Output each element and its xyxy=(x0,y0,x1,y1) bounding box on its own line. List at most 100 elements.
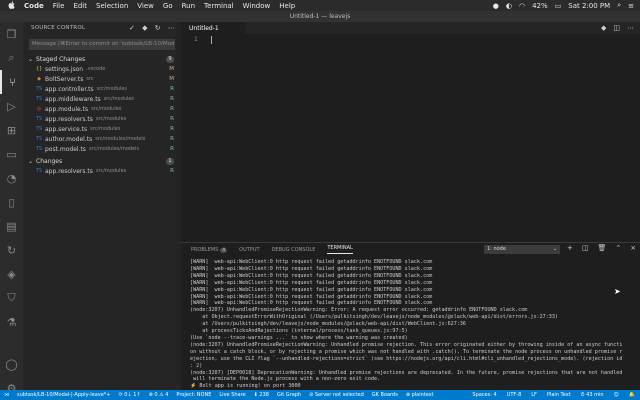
status-app-icon[interactable]: ● xyxy=(493,2,499,10)
remote-icon[interactable]: ⋊ xyxy=(4,392,9,398)
wifi-icon[interactable]: ◠ xyxy=(519,2,525,10)
file-name: settings.json xyxy=(45,65,84,73)
file-item[interactable]: ◆ BoltServer.ts src M xyxy=(23,74,181,84)
tab-untitled-1[interactable]: Untitled-1 xyxy=(181,22,245,34)
encoding-status[interactable]: UTF-8 xyxy=(507,392,522,398)
new-terminal-icon[interactable]: + xyxy=(567,244,573,252)
more-actions-icon[interactable]: ⋯ xyxy=(627,24,634,32)
battery-percent[interactable]: 42% xyxy=(532,2,548,10)
trash-icon[interactable]: 🗑 xyxy=(598,244,607,252)
eol-status[interactable]: LF xyxy=(531,392,537,398)
chevron-up-icon[interactable]: ⌃ xyxy=(615,244,621,252)
database-icon[interactable]: ◈ xyxy=(0,262,23,286)
file-item[interactable]: TS app.service.ts src/modules R xyxy=(23,124,181,134)
terminal-output[interactable]: [WARN] web-api:WebClient:0 http request … xyxy=(190,259,635,397)
terminal-select-value: 1: node xyxy=(487,246,506,252)
commit-check-icon[interactable]: ✓ xyxy=(129,24,135,32)
editor-tabs: Untitled-1 ◆ ◫ ⋯ xyxy=(181,22,640,34)
menu-file[interactable]: File xyxy=(53,2,65,10)
menu-selection[interactable]: Selection xyxy=(96,2,128,10)
menu-edit[interactable]: Edit xyxy=(73,2,87,10)
problems-status[interactable]: ⊗ 0 ⚠ 4 xyxy=(149,392,169,398)
file-type-icon: TS xyxy=(36,86,43,92)
clock[interactable]: Sat 2:00 PM xyxy=(568,2,610,10)
tab-terminal[interactable]: TERMINAL xyxy=(327,245,353,254)
file-type-icon: ◆ xyxy=(37,76,41,82)
file-item[interactable]: {} settings.json .vscode M xyxy=(23,64,181,74)
split-terminal-icon[interactable]: ◫ xyxy=(582,244,589,252)
project-status[interactable]: Project: NONE xyxy=(176,392,211,398)
spaces-status[interactable]: Spaces: 4 xyxy=(472,392,496,398)
control-center-icon[interactable]: ≡ xyxy=(628,2,634,10)
bell-icon[interactable]: 🔔 xyxy=(629,392,635,398)
more-actions-icon[interactable]: ⋯ xyxy=(168,24,175,32)
editor-area: Untitled-1 ◆ ◫ ⋯ 1 xyxy=(181,22,640,242)
file-item[interactable]: ◎ app.module.ts src/modules R xyxy=(23,104,181,114)
menu-terminal[interactable]: Terminal xyxy=(204,2,234,10)
tab-debug-console[interactable]: DEBUG CONSOLE xyxy=(272,247,316,253)
file-item[interactable]: TS app.resolvers.ts src/modules R xyxy=(23,114,181,124)
tab-problems[interactable]: PROBLEMS 4 xyxy=(191,247,228,253)
split-editor-icon[interactable]: ◫ xyxy=(613,24,620,32)
battery-icon[interactable]: ▭ xyxy=(555,2,562,10)
file-name: BoltServer.ts xyxy=(45,75,84,83)
menu-view[interactable]: View xyxy=(137,2,154,10)
file-status: R xyxy=(170,146,174,152)
git-history-icon[interactable]: ◔ xyxy=(0,166,23,190)
gitgraph-status[interactable]: Git Graph xyxy=(277,392,301,398)
source-control-icon[interactable]: ⑂ xyxy=(0,70,23,94)
menu-window[interactable]: Window xyxy=(243,2,271,10)
file-item[interactable]: TS app.controller.ts src/modules R xyxy=(23,84,181,94)
terminal-line: [WARN] web-api:WebClient:0 http request … xyxy=(190,300,433,307)
panel-actions: + ◫ 🗑 ⌃ × xyxy=(567,244,636,252)
changes-label: Changes xyxy=(36,157,63,165)
gk-boards-status[interactable]: GK Boards xyxy=(372,392,398,398)
file-item[interactable]: TS app.middleware.ts src/modules R xyxy=(23,94,181,104)
file-dir: src/modules xyxy=(90,126,121,132)
time-status[interactable]: ⏱ 43 min xyxy=(581,392,604,398)
file-item[interactable]: TS author.model.ts src/modules/models R xyxy=(23,134,181,144)
lines-status[interactable]: ⬇ 238 xyxy=(254,392,269,398)
terminal-select[interactable]: 1: node ⌄ xyxy=(484,245,560,254)
changes-header[interactable]: ⌄ Changes 1 xyxy=(23,156,181,166)
plaintext-status[interactable]: ⊕ plaintext xyxy=(406,392,434,398)
activity-bar: ❐ ⌕ ⑂ ▷ ⊞ ▭ ◔ ▯ ▤ ↻ ◈ ⛉ ⚗ ◯ ⚙ xyxy=(0,22,23,395)
explorer-icon[interactable]: ❐ xyxy=(0,22,23,46)
file-item[interactable]: TS post.model.ts src/modules/models R xyxy=(23,144,181,154)
bookmark-icon[interactable]: ▯ xyxy=(0,190,23,214)
search-icon[interactable]: ⌕ xyxy=(0,46,23,70)
staged-changes-header[interactable]: ⌄ Staged Changes 9 xyxy=(23,54,181,64)
sync-status[interactable]: ⟳ 0↓ 1↑ xyxy=(119,392,141,398)
language-status[interactable]: Plain Text xyxy=(547,392,571,398)
file-dir: src/modules xyxy=(95,116,127,122)
apple-icon[interactable] xyxy=(8,0,15,11)
extensions-icon[interactable]: ⊞ xyxy=(0,118,23,142)
refresh-icon[interactable]: ↻ xyxy=(155,24,161,32)
account-icon[interactable]: ◯ xyxy=(0,352,23,376)
docker-icon[interactable]: ▤ xyxy=(0,214,23,238)
search-icon[interactable]: ⌕ xyxy=(617,1,621,10)
text-cursor[interactable] xyxy=(211,36,212,44)
menu-run[interactable]: Run xyxy=(182,2,195,10)
menu-go[interactable]: Go xyxy=(163,2,173,10)
run-debug-icon[interactable]: ▷ xyxy=(0,94,23,118)
close-icon[interactable]: × xyxy=(630,244,636,252)
branch-status[interactable]: subtask/LB-10/Modal-|-Apply-leave*+ xyxy=(17,392,111,398)
tab-output[interactable]: OUTPUT xyxy=(239,247,259,253)
file-item[interactable]: TS app.resolvers.ts src/modules R xyxy=(23,166,181,176)
remote-explorer-icon[interactable]: ▭ xyxy=(0,142,23,166)
commit-message-input[interactable]: Message (⌘Enter to commit on 'subtask/LB… xyxy=(29,39,175,50)
liveshare-status[interactable]: Live Share xyxy=(219,392,245,398)
git-graph-icon[interactable]: ◆ xyxy=(142,24,148,32)
tray-icon[interactable]: ◐ xyxy=(506,2,512,10)
menu-help[interactable]: Help xyxy=(279,2,295,10)
server-status[interactable]: ⊘ Server not selected xyxy=(309,392,364,398)
feedback-icon[interactable]: ☺ xyxy=(614,392,619,398)
test-icon[interactable]: ⚗ xyxy=(0,310,23,334)
terminal-line: (Use `node --trace-warnings ...` to show… xyxy=(190,334,408,341)
app-menu[interactable]: Code xyxy=(24,2,44,10)
liveshare-icon[interactable]: ↻ xyxy=(0,238,23,262)
shield-icon[interactable]: ⛉ xyxy=(0,286,23,310)
file-dir: src/modules/models xyxy=(88,146,140,152)
git-compare-icon[interactable]: ◆ xyxy=(601,24,606,32)
